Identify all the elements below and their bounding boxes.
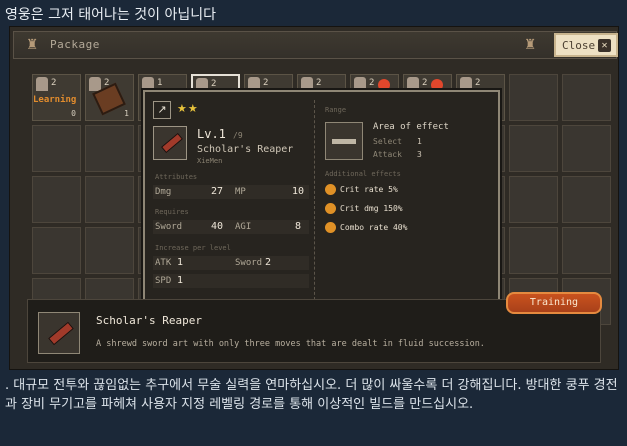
sword-value: 40 bbox=[211, 221, 224, 232]
requires-row: Sword 40 AGI 8 bbox=[153, 220, 309, 234]
inventory-slot[interactable] bbox=[562, 125, 611, 172]
slot-count: 2 bbox=[51, 78, 57, 88]
inventory-slot[interactable] bbox=[85, 125, 134, 172]
requires-heading: Requires bbox=[155, 208, 189, 216]
inventory-slot[interactable] bbox=[509, 125, 558, 172]
attributes-heading: Attributes bbox=[155, 173, 198, 181]
increase-row-2: SPD 1 bbox=[153, 274, 309, 288]
attack-label: Attack bbox=[373, 150, 402, 159]
slot-count: 2 bbox=[475, 78, 481, 88]
sword-type-icon: ↗ bbox=[153, 101, 171, 119]
inventory-slot[interactable] bbox=[32, 227, 81, 274]
agi-label: AGI bbox=[235, 222, 252, 232]
effect-icon bbox=[325, 222, 336, 233]
character-icon bbox=[301, 77, 313, 91]
learning-tag: Learning bbox=[33, 95, 77, 105]
effect-icon bbox=[325, 184, 336, 195]
effect-label: Combo rate 40% bbox=[340, 223, 408, 232]
skill-description: A shrewd sword art with only three moves… bbox=[96, 339, 485, 349]
character-icon bbox=[460, 77, 472, 91]
inventory-slot[interactable]: 21 bbox=[85, 74, 134, 121]
skill-name: Scholar's Reaper bbox=[96, 314, 202, 327]
character-icon bbox=[354, 77, 366, 91]
effect-icon bbox=[325, 203, 336, 214]
dmg-label: Dmg bbox=[155, 187, 172, 197]
effect-label: Crit dmg 150% bbox=[340, 204, 403, 213]
rarity-stars: ★★ bbox=[177, 102, 199, 115]
skill-book-icon bbox=[153, 126, 187, 160]
character-icon bbox=[36, 77, 48, 91]
tooltip-divider bbox=[314, 100, 315, 305]
select-label: Select bbox=[373, 137, 402, 146]
slot-count: 1 bbox=[157, 78, 163, 88]
atk-label: ATK bbox=[155, 258, 172, 268]
slot-count: 2 bbox=[211, 79, 217, 89]
inventory-slot[interactable] bbox=[509, 176, 558, 223]
package-topbar: ♜ Package ♜ bbox=[13, 31, 617, 59]
spd-label: SPD bbox=[155, 276, 172, 286]
area-shape-icon bbox=[325, 122, 363, 160]
sword-inc-value: 2 bbox=[265, 257, 272, 268]
game-window: ♜ Package ♜ Close ✕ 2 Learning 0 2 1 1 2 2 2 2 2 2 … bbox=[9, 26, 619, 370]
spd-value: 1 bbox=[177, 275, 184, 286]
close-icon: ✕ bbox=[598, 39, 611, 52]
inventory-slot[interactable] bbox=[85, 176, 134, 223]
effect-label: Crit rate 5% bbox=[340, 185, 398, 194]
training-button[interactable]: Training bbox=[506, 292, 602, 314]
slot-quantity: 0 bbox=[71, 109, 76, 118]
inventory-slot[interactable]: 2 Learning 0 bbox=[32, 74, 81, 121]
dmg-value: 27 bbox=[211, 186, 224, 197]
sword-label: Sword bbox=[155, 222, 183, 232]
skill-source: XieMen bbox=[197, 157, 223, 165]
character-icon bbox=[248, 77, 260, 91]
aoe-title: Area of effect bbox=[373, 122, 449, 132]
package-title: Package bbox=[50, 38, 100, 51]
package-icon: ♜ bbox=[25, 37, 39, 53]
inventory-slot[interactable] bbox=[32, 125, 81, 172]
skill-level-max: /9 bbox=[233, 131, 243, 140]
inventory-slot[interactable] bbox=[85, 227, 134, 274]
inventory-slot[interactable] bbox=[562, 227, 611, 274]
skill-tooltip: ↗ ★★ Lv.1 /9 Scholar's Reaper XieMen Att… bbox=[143, 90, 500, 311]
page-heading: 영웅은 그저 태어나는 것이 아닙니다 bbox=[0, 0, 627, 26]
increase-row-1: ATK 1 Sword 2 bbox=[153, 256, 309, 270]
skill-level: Lv.1 bbox=[197, 127, 226, 141]
range-heading: Range bbox=[325, 106, 347, 114]
attack-value: 3 bbox=[417, 150, 422, 159]
inventory-slot[interactable] bbox=[509, 74, 558, 121]
inventory-slot[interactable] bbox=[562, 74, 611, 121]
effect-item: Crit dmg 150% bbox=[325, 203, 403, 214]
inventory-slot[interactable] bbox=[562, 176, 611, 223]
slot-count: 2 bbox=[422, 78, 428, 88]
inventory-slot[interactable] bbox=[509, 227, 558, 274]
slot-count: 2 bbox=[316, 78, 322, 88]
attribute-row: Dmg 27 MP 10 bbox=[153, 185, 309, 199]
slot-quantity: 1 bbox=[124, 109, 129, 118]
slot-count: 2 bbox=[369, 78, 375, 88]
close-label: Close bbox=[562, 39, 596, 52]
agi-value: 8 bbox=[295, 221, 302, 232]
mp-value: 10 bbox=[292, 186, 305, 197]
skill-name: Scholar's Reaper bbox=[197, 144, 294, 155]
increase-heading: Increase per level bbox=[155, 244, 231, 252]
character-icon bbox=[142, 77, 154, 91]
select-value: 1 bbox=[417, 137, 422, 146]
slot-count: 2 bbox=[263, 78, 269, 88]
character-icon bbox=[407, 77, 419, 91]
mp-label: MP bbox=[235, 187, 246, 197]
atk-value: 1 bbox=[177, 257, 184, 268]
chest-icon: ♜ bbox=[523, 37, 537, 53]
inventory-slot[interactable] bbox=[32, 176, 81, 223]
skill-book-icon bbox=[38, 312, 80, 354]
effect-item: Crit rate 5% bbox=[325, 184, 398, 195]
effects-heading: Additional effects bbox=[325, 170, 401, 178]
effect-item: Combo rate 40% bbox=[325, 222, 407, 233]
store-description: . 대규모 전투와 끊임없는 추구에서 무술 실력을 연마하십시오. 더 많이 … bbox=[5, 378, 618, 412]
close-button[interactable]: Close ✕ bbox=[554, 33, 618, 57]
sword-inc-label: Sword bbox=[235, 258, 263, 268]
